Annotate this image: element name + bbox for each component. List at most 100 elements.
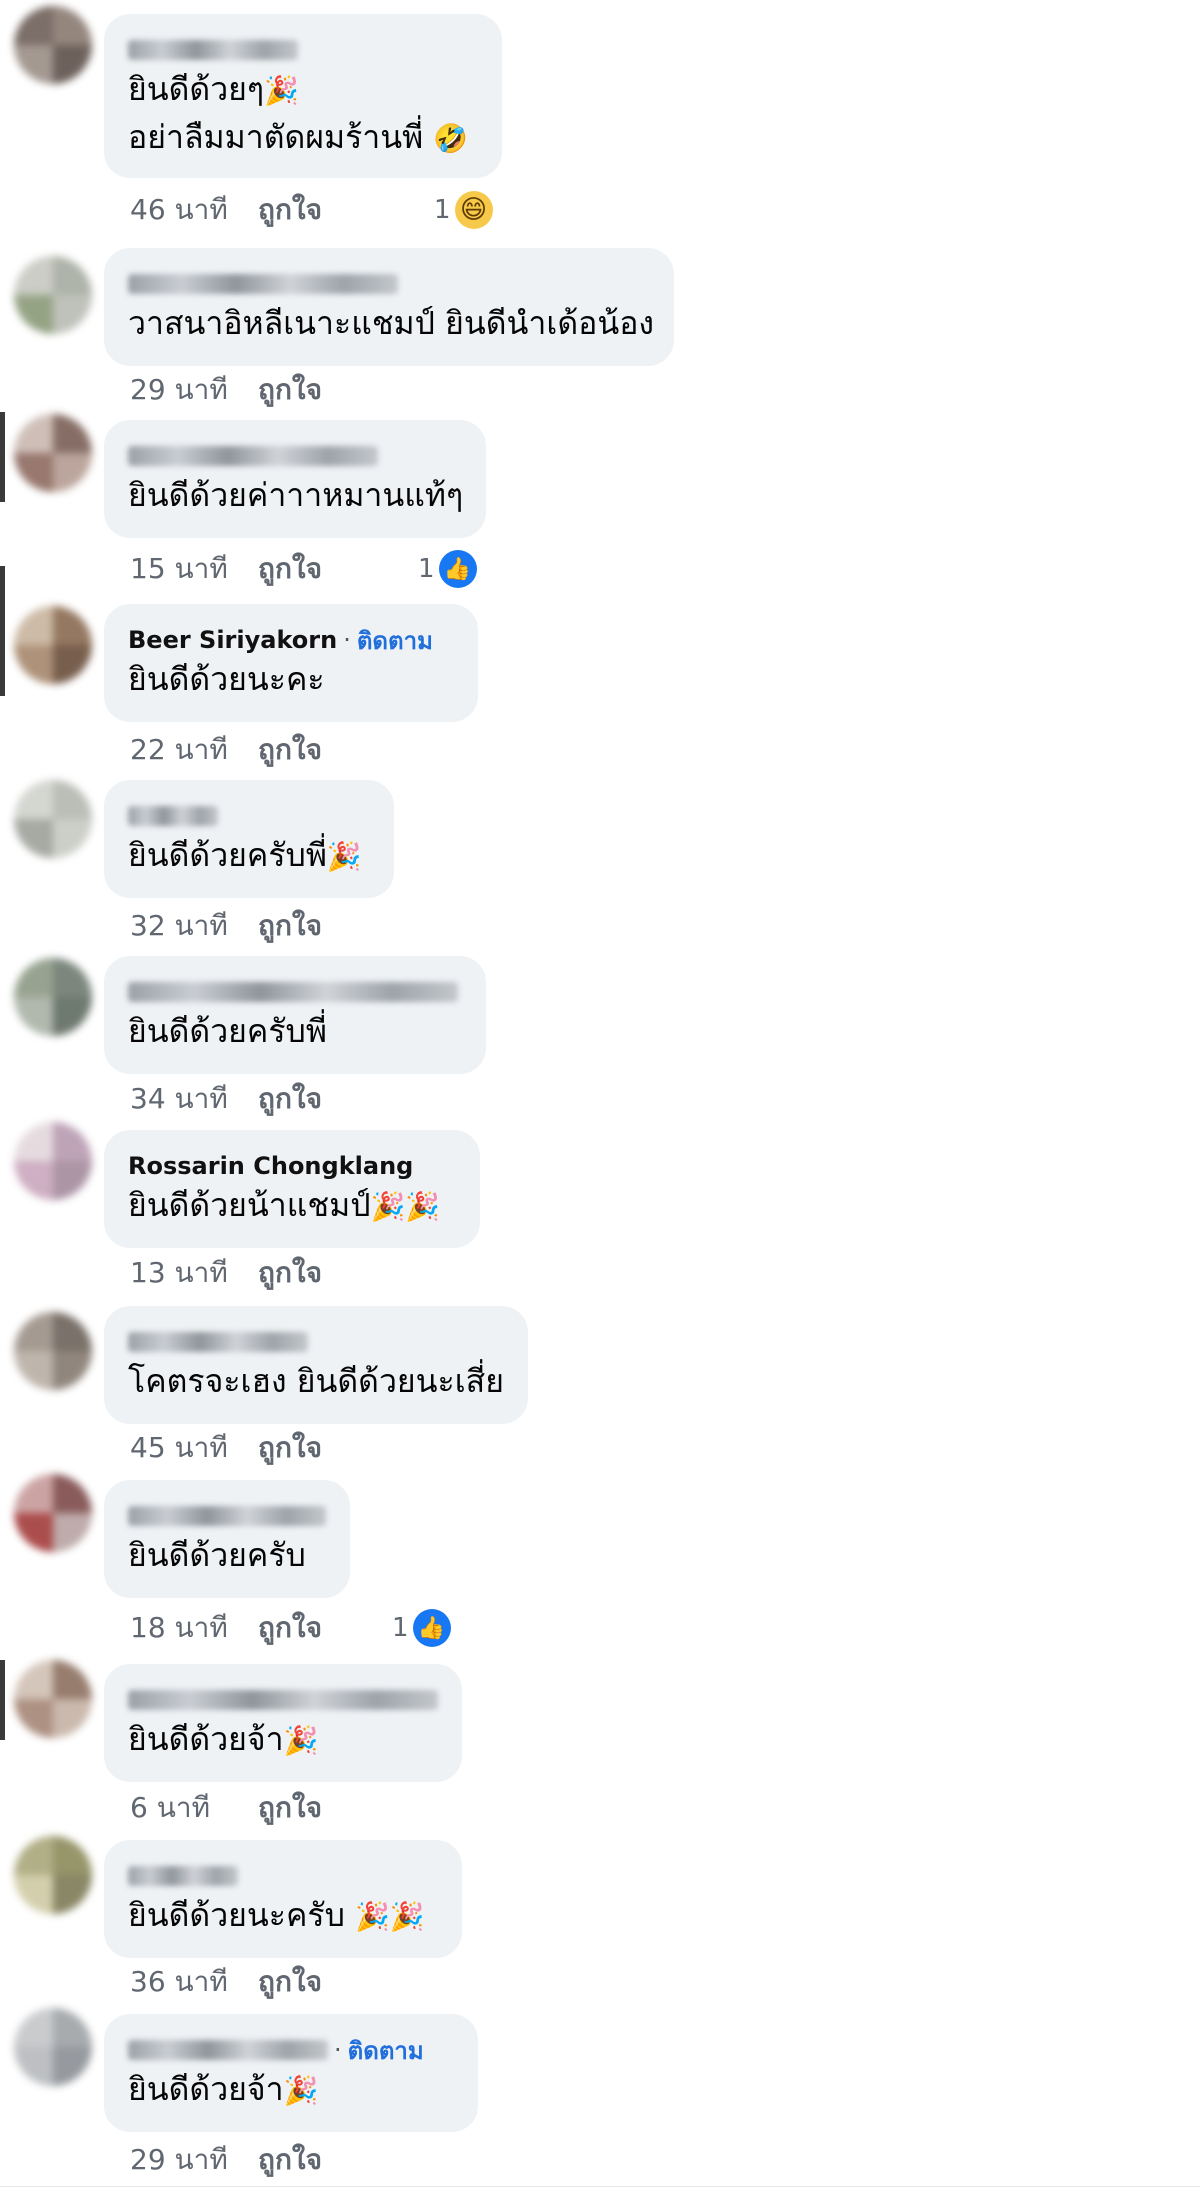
comment-text: ยินดีด้วยครับ	[128, 1536, 306, 1574]
comment-time[interactable]: 29 นาที	[130, 368, 258, 412]
comment-meta: 22 นาที ถูกใจ	[130, 730, 322, 770]
comment-meta: 45 นาที ถูกใจ	[130, 1428, 322, 1468]
like-button[interactable]: ถูกใจ	[258, 2138, 322, 2182]
comment-text: ยินดีด้วยจ้า	[128, 2070, 284, 2108]
reaction-count: 1	[434, 195, 451, 225]
comment-bubble: · ติดตาม ยินดีด้วยจ้า🎉	[104, 2014, 478, 2132]
comment-time[interactable]: 29 นาที	[130, 2138, 258, 2182]
like-button[interactable]: ถูกใจ	[258, 1786, 322, 1830]
comment-text: ยินดีด้วยครับพี่	[128, 1012, 327, 1050]
party-popper-emoji: 🎉	[283, 2074, 319, 2107]
like-button[interactable]: ถูกใจ	[258, 1251, 322, 1295]
author-name-blurred[interactable]	[128, 274, 398, 294]
avatar[interactable]	[14, 6, 92, 84]
comment-bubble: ยินดีด้วยครับ	[104, 1480, 350, 1598]
author-name-blurred[interactable]	[128, 1332, 308, 1352]
author-name-blurred[interactable]	[128, 1506, 326, 1526]
comment-meta: 34 นาที ถูกใจ	[130, 1079, 322, 1119]
party-popper-emoji: 🎉	[370, 1190, 406, 1223]
author-name[interactable]: Beer Siriyakorn	[128, 626, 337, 654]
comment-time[interactable]: 36 นาที	[130, 1960, 258, 2004]
comment-meta: 15 นาที ถูกใจ	[130, 549, 322, 589]
comment-time[interactable]: 22 นาที	[130, 728, 258, 772]
reaction-count: 1	[392, 1613, 409, 1643]
like-button[interactable]: ถูกใจ	[258, 1426, 322, 1470]
reaction-summary[interactable]: 1 😄	[434, 190, 493, 230]
avatar[interactable]	[14, 256, 92, 334]
comment-time[interactable]: 13 นาที	[130, 1251, 258, 1295]
like-button[interactable]: ถูกใจ	[258, 904, 322, 948]
comment-bubble: ยินดีด้วยครับพี่	[104, 956, 486, 1074]
reaction-count: 1	[418, 554, 435, 584]
party-popper-emoji: 🎉	[264, 74, 299, 107]
avatar[interactable]	[14, 1836, 92, 1914]
comment-meta: 29 นาที ถูกใจ	[130, 370, 322, 410]
comment-text: โคตรจะเฮง ยินดีด้วยนะเสี่ย	[128, 1362, 504, 1400]
avatar[interactable]	[14, 1660, 92, 1738]
comment-meta: 6 นาที ถูกใจ	[130, 1788, 322, 1828]
like-button[interactable]: ถูกใจ	[258, 728, 322, 772]
avatar[interactable]	[14, 1312, 92, 1390]
party-popper-emoji: 🎉	[389, 1900, 425, 1933]
comment-meta: 29 นาที ถูกใจ	[130, 2140, 322, 2180]
like-button[interactable]: ถูกใจ	[258, 1606, 322, 1650]
comment-bubble: Beer Siriyakorn · ติดตาม ยินดีด้วยนะคะ	[104, 604, 478, 722]
avatar[interactable]	[14, 1122, 92, 1200]
comment-text: ยินดีด้วยนะคะ	[128, 660, 325, 698]
comment-bubble: ยินดีด้วยจ้า🎉	[104, 1664, 462, 1782]
comment-meta: 13 นาที ถูกใจ	[130, 1253, 322, 1293]
author-name-blurred[interactable]	[128, 806, 218, 826]
comment-time[interactable]: 18 นาที	[130, 1606, 258, 1650]
comment-text: ยินดีด้วยครับพี่	[128, 836, 327, 874]
comment-bubble: ยินดีด้วยค่าาาหมานแท้ๆ	[104, 420, 486, 538]
like-button[interactable]: ถูกใจ	[258, 547, 322, 591]
avatar[interactable]	[14, 780, 92, 858]
reaction-summary[interactable]: 1 👍	[392, 1608, 451, 1648]
author-name-blurred[interactable]	[128, 982, 458, 1002]
comment-bubble: ยินดีด้วยๆ🎉 อย่าลืมมาตัดผมร้านพี่ 🤣	[104, 14, 502, 178]
avatar[interactable]	[14, 958, 92, 1036]
comment-text: วาสนาอิหลีเนาะแชมป์ ยินดีนำเด้อน้อง	[128, 304, 655, 342]
author-name[interactable]: Rossarin Chongklang	[128, 1152, 413, 1180]
comment-time[interactable]: 45 นาที	[130, 1426, 258, 1470]
comment-meta: 18 นาที ถูกใจ	[130, 1608, 322, 1648]
comment-time[interactable]: 15 นาที	[130, 547, 258, 591]
like-button[interactable]: ถูกใจ	[258, 188, 322, 232]
comment-meta: 32 นาที ถูกใจ	[130, 906, 322, 946]
party-popper-emoji: 🎉	[405, 1190, 441, 1223]
author-name-blurred[interactable]	[128, 40, 298, 60]
like-button[interactable]: ถูกใจ	[258, 1077, 322, 1121]
party-popper-emoji: 🎉	[355, 1900, 390, 1933]
comment-time[interactable]: 46 นาที	[130, 188, 258, 232]
like-button[interactable]: ถูกใจ	[258, 368, 322, 412]
comment-bubble: ยินดีด้วยนะครับ 🎉🎉	[104, 1840, 462, 1958]
reaction-summary[interactable]: 1 👍	[418, 549, 477, 589]
comment-meta: 36 นาที ถูกใจ	[130, 1962, 322, 2002]
divider	[0, 2186, 1200, 2187]
avatar[interactable]	[14, 414, 92, 492]
comment-text: อย่าลืมมาตัดผมร้านพี่	[128, 118, 434, 156]
follow-link[interactable]: ติดตาม	[348, 2031, 424, 2070]
comment-time[interactable]: 32 นาที	[130, 904, 258, 948]
avatar[interactable]	[14, 1474, 92, 1552]
comment-text: ยินดีด้วยจ้า	[128, 1720, 284, 1758]
author-name-blurred[interactable]	[128, 446, 378, 466]
like-button[interactable]: ถูกใจ	[258, 1960, 322, 2004]
comment-feed: ยินดีด้วยๆ🎉 อย่าลืมมาตัดผมร้านพี่ 🤣 46 น…	[0, 0, 1200, 2199]
comment-bubble: วาสนาอิหลีเนาะแชมป์ ยินดีนำเด้อน้อง	[104, 248, 674, 366]
comment-time[interactable]: 34 นาที	[130, 1077, 258, 1121]
comment-bubble: ยินดีด้วยครับพี่🎉	[104, 780, 394, 898]
author-name-blurred[interactable]	[128, 1866, 238, 1886]
comment-bubble: โคตรจะเฮง ยินดีด้วยนะเสี่ย	[104, 1306, 528, 1424]
comment-meta: 46 นาที ถูกใจ	[130, 190, 322, 230]
author-name-blurred[interactable]	[128, 1690, 438, 1710]
author-name-blurred[interactable]	[128, 2040, 328, 2060]
like-reaction-icon: 👍	[412, 1609, 451, 1647]
comment-text: ยินดีด้วยๆ	[128, 70, 265, 108]
haha-reaction-icon: 😄	[454, 191, 493, 229]
avatar[interactable]	[14, 606, 92, 684]
comment-time[interactable]: 6 นาที	[130, 1786, 258, 1830]
avatar[interactable]	[14, 2008, 92, 2086]
comment-text: ยินดีด้วยนะครับ	[128, 1896, 356, 1934]
follow-link[interactable]: ติดตาม	[357, 621, 433, 660]
